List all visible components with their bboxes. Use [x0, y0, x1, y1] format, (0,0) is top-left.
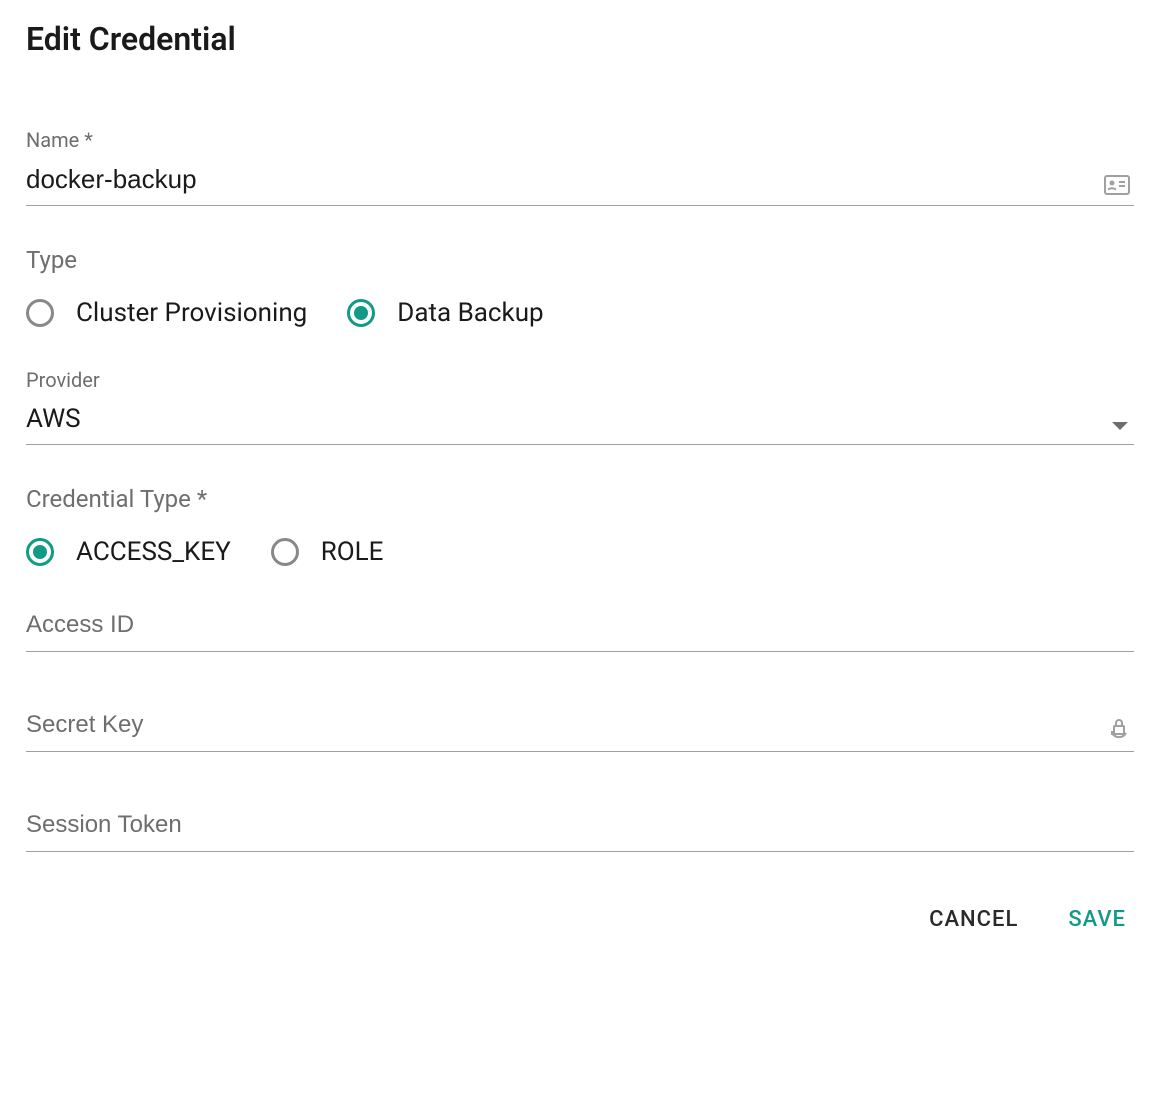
cancel-button[interactable]: CANCEL: [929, 907, 1018, 932]
access-id-input[interactable]: [26, 607, 1134, 643]
provider-section: Provider AWS: [26, 368, 1134, 445]
name-label: Name *: [26, 128, 1134, 152]
dialog-title: Edit Credential: [26, 20, 1134, 58]
secret-key-input[interactable]: [26, 707, 1134, 743]
radio-label-role: ROLE: [321, 537, 384, 567]
radio-circle-icon: [347, 299, 375, 327]
name-input[interactable]: [26, 160, 1134, 199]
radio-access-key[interactable]: ACCESS_KEY: [26, 537, 231, 567]
credential-type-section: Credential Type * ACCESS_KEY ROLE: [26, 485, 1134, 567]
radio-label-data-backup: Data Backup: [397, 298, 543, 328]
radio-data-backup[interactable]: Data Backup: [347, 298, 543, 328]
credential-type-radio-row: ACCESS_KEY ROLE: [26, 537, 1134, 567]
access-id-wrapper: [26, 607, 1134, 652]
type-radio-row: Cluster Provisioning Data Backup: [26, 298, 1134, 328]
provider-select[interactable]: AWS: [26, 398, 1134, 445]
name-field-group: Name *: [26, 128, 1134, 206]
session-token-input[interactable]: [26, 807, 1134, 843]
save-button[interactable]: SAVE: [1068, 907, 1126, 932]
id-badge-icon: [1104, 175, 1130, 195]
button-row: CANCEL SAVE: [26, 907, 1134, 932]
radio-role[interactable]: ROLE: [271, 537, 384, 567]
chevron-down-icon: [1112, 422, 1128, 430]
name-input-wrapper: [26, 160, 1134, 206]
radio-circle-icon: [271, 538, 299, 566]
provider-select-value: AWS: [26, 404, 81, 434]
lock-rotate-icon[interactable]: [1108, 717, 1130, 741]
radio-label-access-key: ACCESS_KEY: [76, 537, 231, 567]
radio-cluster-provisioning[interactable]: Cluster Provisioning: [26, 298, 307, 328]
radio-circle-icon: [26, 299, 54, 327]
credential-type-label: Credential Type *: [26, 485, 1134, 513]
radio-circle-icon: [26, 538, 54, 566]
type-section: Type Cluster Provisioning Data Backup: [26, 246, 1134, 328]
radio-label-cluster-provisioning: Cluster Provisioning: [76, 298, 307, 328]
secret-key-wrapper: [26, 707, 1134, 752]
provider-label: Provider: [26, 368, 1134, 392]
type-label: Type: [26, 246, 1134, 274]
session-token-wrapper: [26, 807, 1134, 852]
